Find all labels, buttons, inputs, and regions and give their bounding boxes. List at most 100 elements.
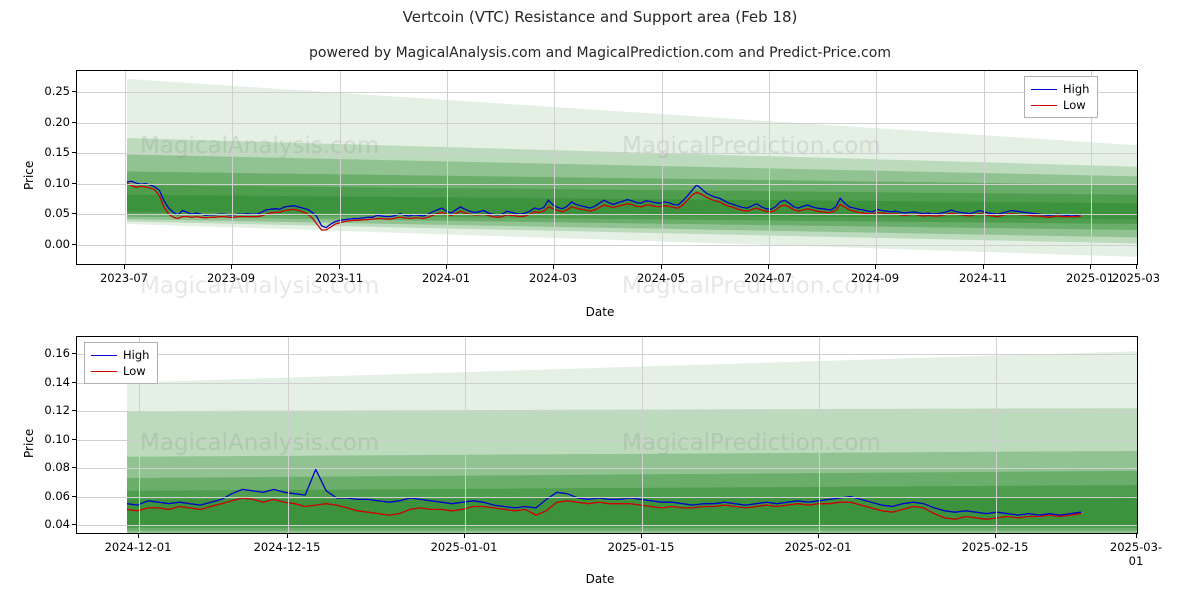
legend-swatch-high [1031,88,1057,90]
x-axis-tick-label: 2024-05 [636,271,686,285]
x-axis-tick-mark [1136,265,1137,269]
gridline-horizontal [77,122,1137,124]
y-axis-tick-mark [72,381,76,383]
x-axis-tick-label: 2024-12-01 [104,540,172,554]
x-axis-tick-mark [641,534,642,538]
y-axis-tick-mark [72,410,76,412]
gridline-vertical [769,71,770,264]
x-axis-tick-mark [1136,534,1137,538]
gridline-horizontal [77,468,1137,470]
gridline-vertical [125,71,126,264]
gridline-vertical [662,71,663,264]
x-axis-tick-mark [661,265,662,269]
page-subtitle: powered by MagicalAnalysis.com and Magic… [309,45,891,61]
x-axis-tick-label: 2025-01-01 [430,540,498,554]
gridline-horizontal [77,354,1137,356]
gridline-horizontal [77,214,1137,216]
x-axis-tick-mark [875,265,876,269]
x-axis-tick-mark [339,265,340,269]
y-axis-tick-mark [72,243,76,245]
x-axis-tick-label: 2024-01 [421,271,471,285]
y-axis-tick-label: 0.15 [44,145,70,160]
y-axis-tick-label: 0.20 [44,114,70,129]
gridline-vertical [876,71,877,264]
legend-entry-high: High [91,347,149,363]
gridline-vertical [819,337,820,533]
legend-swatch-high [91,354,117,356]
y-axis-tick-label: 0.04 [44,517,70,531]
x-axis-tick-label: 2024-07 [743,271,793,285]
gridline-vertical [996,337,997,533]
x-axis-tick-label: 2025-03-01 [1109,540,1163,568]
gridline-horizontal [77,244,1137,246]
gridline-vertical [340,71,341,264]
y-axis-tick-label: 0.25 [44,84,70,99]
top-chart-legend: High Low [1024,76,1099,118]
y-axis-tick-mark [72,91,76,93]
gridline-horizontal [77,92,1137,94]
y-axis-tick-mark [72,182,76,184]
gridline-vertical [447,71,448,264]
y-axis-tick-label: 0.06 [44,488,70,503]
x-axis-tick-label: 2025-01 [1065,271,1115,285]
y-axis-tick-mark [72,495,76,497]
x-axis-tick-mark [464,534,465,538]
bottom-chart-y-axis-label: Price [22,428,36,458]
legend-swatch-low [1031,104,1057,106]
x-axis-tick-mark [446,265,447,269]
x-axis-tick-label: 2025-02-01 [784,540,852,554]
y-axis-tick-label: 0.00 [44,236,70,251]
gridline-vertical [1137,337,1138,534]
x-axis-tick-mark [995,534,996,538]
bottom-chart-legend: High Low [84,342,159,384]
y-axis-tick-mark [72,467,76,469]
x-axis-tick-mark [124,265,125,269]
legend-entry-low: Low [91,363,149,379]
x-axis-tick-label: 2024-12-15 [253,540,321,554]
y-axis-tick-mark [72,353,76,355]
x-axis-tick-mark [818,534,819,538]
gridline-horizontal [77,496,1137,498]
legend-entry-low: Low [1031,97,1089,113]
legend-label-low: Low [123,364,146,378]
gridline-horizontal [77,525,1137,526]
legend-label-high: High [1063,82,1090,96]
gridline-horizontal [77,411,1137,413]
y-axis-tick-label: 0.14 [44,374,70,389]
y-axis-tick-mark [72,213,76,215]
top-chart-x-axis-label: Date [585,305,615,319]
x-axis-tick-mark [287,534,288,538]
y-axis-tick-mark [72,152,76,154]
x-axis-tick-label: 2023-07 [99,271,149,285]
legend-swatch-low [91,370,117,372]
x-axis-tick-mark [1090,265,1091,269]
gridline-horizontal [77,153,1137,155]
bottom-chart-x-axis-label: Date [585,572,615,586]
x-axis-tick-mark [231,265,232,269]
top-chart-y-axis-label: Price [22,160,36,190]
y-axis-tick-label: 0.16 [44,346,70,361]
y-axis-tick-mark [72,438,76,440]
x-axis-tick-label: 2025-02-15 [961,540,1029,554]
gridline-vertical [554,71,555,264]
y-axis-tick-label: 0.05 [44,206,70,221]
gridline-horizontal [77,183,1137,185]
gridline-horizontal [77,439,1137,441]
x-axis-tick-mark [983,265,984,269]
legend-label-high: High [123,348,150,362]
gridline-vertical [642,337,643,533]
x-axis-tick-mark [138,534,139,538]
bottom-chart-plot-area [76,336,1138,534]
x-axis-tick-mark [553,265,554,269]
x-axis-tick-label: 2025-01-15 [607,540,675,554]
gridline-horizontal [77,382,1137,384]
x-axis-tick-label: 2025-03 [1111,271,1161,285]
page-title: Vertcoin (VTC) Resistance and Support ar… [402,8,798,26]
gridline-vertical [465,337,466,533]
chart-page: Vertcoin (VTC) Resistance and Support ar… [0,0,1200,600]
y-axis-tick-label: 0.12 [44,403,70,418]
y-axis-tick-label: 0.10 [44,175,70,190]
top-chart-plot-area [76,70,1138,265]
x-axis-tick-label: 2023-09 [206,271,256,285]
x-axis-tick-label: 2023-11 [314,271,364,285]
